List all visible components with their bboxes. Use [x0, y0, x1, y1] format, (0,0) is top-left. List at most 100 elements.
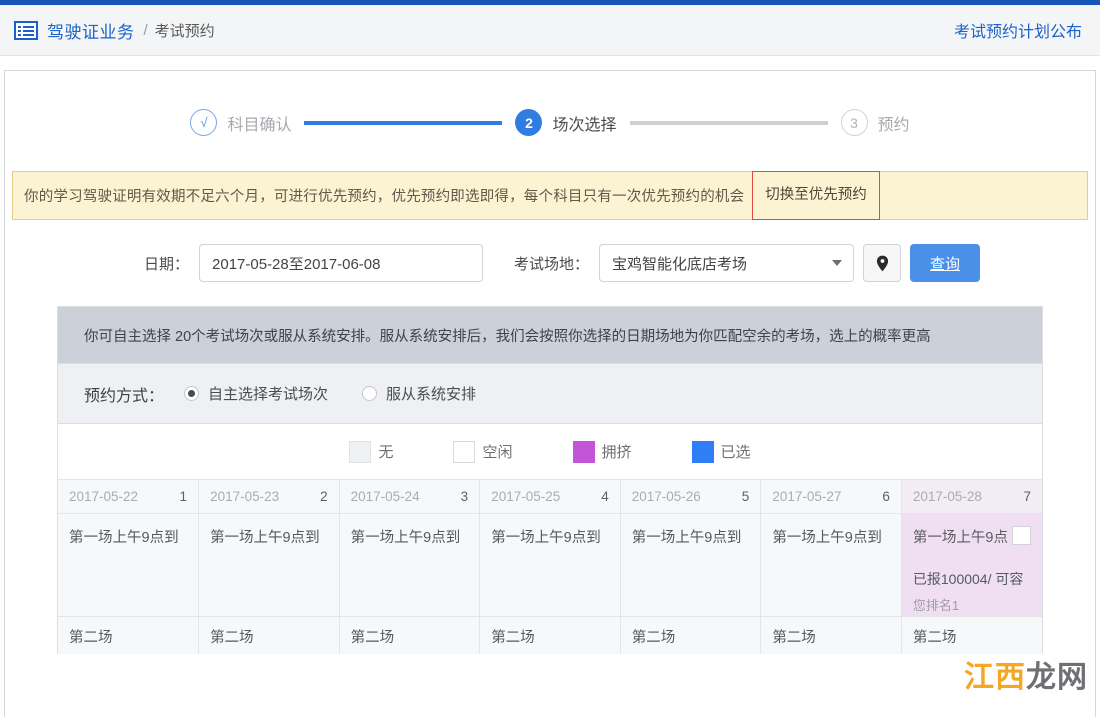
legend-item-chosen: 已选 — [692, 441, 751, 463]
step-appointment: 3 预约 — [841, 109, 910, 136]
session-cell[interactable]: 第一场上午9点到 — [620, 514, 761, 617]
session-cell[interactable]: 第一场上午9点到 — [339, 514, 480, 617]
venue-select-wrapper: 宝鸡智能化底店考场 — [599, 244, 854, 282]
session-cell-title: 第二场 — [913, 630, 957, 646]
session-cell[interactable]: 第一场上午9点到 — [761, 514, 902, 617]
step-3-label: 预约 — [878, 111, 910, 135]
session-panel: 你可自主选择 20个考试场次或服从系统安排。服从系统安排后，我们会按照你选择的日… — [57, 306, 1043, 654]
step-connector-2 — [630, 121, 828, 125]
booking-mode-label: 预约方式： — [84, 382, 164, 406]
session-cell[interactable]: 第二场 — [620, 617, 761, 654]
session-calendar-table: 2017-05-22 1 2017-05-23 2 — [58, 479, 1042, 654]
calendar-col-dow: 3 — [461, 489, 469, 504]
legend-swatch-chosen-icon — [692, 441, 714, 463]
venue-select[interactable]: 宝鸡智能化底店考场 — [599, 244, 854, 282]
legend-label-free: 空闲 — [482, 441, 512, 462]
calendar-col-dow: 6 — [882, 489, 890, 504]
radio-unselected-icon — [362, 386, 377, 401]
legend-item-crowded: 拥挤 — [573, 441, 632, 463]
legend-swatch-none-icon — [349, 441, 371, 463]
session-cell-title: 第二场 — [772, 630, 816, 646]
step-session-select: 2 场次选择 — [515, 109, 616, 136]
step-2-marker: 2 — [515, 109, 542, 136]
session-cell[interactable]: 第一场上午9点到 — [199, 514, 340, 617]
booking-mode-option-self-label: 自主选择考试场次 — [208, 383, 328, 404]
booking-mode-option-auto-label: 服从系统安排 — [386, 383, 476, 404]
calendar-col-header: 2017-05-26 5 — [620, 480, 761, 514]
breadcrumb-current: 考试预约 — [155, 20, 215, 41]
session-cell[interactable]: 第二场 — [901, 617, 1042, 654]
legend-item-none: 无 — [349, 441, 393, 463]
session-cell[interactable]: 第二场 — [761, 617, 902, 654]
step-subject-confirm: √ 科目确认 — [190, 109, 291, 136]
location-pin-icon — [876, 255, 889, 272]
page-root: 驾驶证业务 / 考试预约 考试预约计划公布 √ 科目确认 2 场次选择 3 预约 — [0, 0, 1100, 717]
legend-swatch-crowded-icon — [573, 441, 595, 463]
session-cell[interactable]: 第一场上午9点到 — [58, 514, 199, 617]
radio-selected-icon — [184, 386, 199, 401]
status-legend: 无 空闲 拥挤 已选 — [58, 423, 1042, 479]
list-menu-icon — [14, 21, 38, 40]
calendar-col-dow: 1 — [180, 489, 188, 504]
switch-to-priority-booking-button[interactable]: 切换至优先预约 — [752, 171, 880, 220]
calendar-col-date: 2017-05-23 — [210, 489, 279, 504]
session-cell[interactable]: 第一场上午9点到 — [480, 514, 621, 617]
query-button[interactable]: 查询 — [910, 244, 980, 282]
date-label: 日期： — [144, 253, 189, 274]
session-cell[interactable]: 第二场 — [58, 617, 199, 654]
booking-mode-option-auto[interactable]: 服从系统安排 — [362, 383, 476, 404]
calendar-col-header: 2017-05-24 3 — [339, 480, 480, 514]
calendar-col-dow: 7 — [1023, 489, 1031, 504]
main-card: √ 科目确认 2 场次选择 3 预约 你的学习驾驶证明有效期不足六个月，可进行优… — [4, 70, 1096, 717]
session-cell-title: 第一场上午9点到 — [351, 526, 461, 547]
step-2-label: 场次选择 — [552, 111, 616, 135]
session-cell-rank: 您排名1 — [913, 595, 1031, 614]
session-cell-title: 第二场 — [69, 630, 113, 646]
calendar-col-header: 2017-05-28 7 — [901, 480, 1042, 514]
session-cell-title: 第一场上午9点到 — [632, 526, 742, 547]
exam-plan-announcement-link[interactable]: 考试预约计划公布 — [954, 18, 1082, 42]
session-cell-title: 第一场上午9点到 — [210, 526, 320, 547]
session-cell-title: 第一场上午9点到 — [69, 526, 179, 547]
session-cell-title: 第二场 — [632, 630, 676, 646]
session-cell-capacity: 已报100004/ 可容 — [913, 569, 1031, 589]
calendar-col-date: 2017-05-24 — [351, 489, 420, 504]
query-button-label: 查询 — [930, 256, 960, 273]
calendar-col-header: 2017-05-27 6 — [761, 480, 902, 514]
panel-info-banner: 你可自主选择 20个考试场次或服从系统安排。服从系统安排后，我们会按照你选择的日… — [58, 307, 1042, 363]
priority-booking-alert: 你的学习驾驶证明有效期不足六个月，可进行优先预约，优先预约即选即得，每个科目只有… — [12, 171, 1088, 220]
page-header: 驾驶证业务 / 考试预约 考试预约计划公布 — [0, 5, 1100, 56]
session-cell[interactable]: 第二场 — [480, 617, 621, 654]
step-connector-1 — [304, 121, 502, 125]
calendar-col-header: 2017-05-23 2 — [199, 480, 340, 514]
legend-item-free: 空闲 — [453, 441, 512, 463]
alert-message: 你的学习驾驶证明有效期不足六个月，可进行优先预约，优先预约即选即得，每个科目只有… — [24, 185, 744, 206]
venue-label: 考试场地： — [514, 253, 589, 274]
step-3-marker: 3 — [841, 109, 868, 136]
calendar-col-date: 2017-05-26 — [632, 489, 701, 504]
calendar-row-session-1: 第一场上午9点到 第一场上午9点到 第一场上午9点到 第一场上午9点到 第一场上 — [58, 514, 1042, 617]
calendar-col-date: 2017-05-27 — [772, 489, 841, 504]
filter-bar: 日期： 考试场地： 宝鸡智能化底店考场 查询 — [5, 220, 1095, 282]
calendar-col-date: 2017-05-28 — [913, 489, 982, 504]
step-1-marker: √ — [190, 109, 217, 136]
chevron-down-icon — [832, 260, 842, 266]
venue-select-value: 宝鸡智能化底店考场 — [612, 253, 747, 274]
map-location-button[interactable] — [863, 244, 901, 282]
session-cell-selected[interactable]: 第一场上午9点 已报100004/ 可容 您排名1 — [901, 514, 1042, 617]
calendar-col-header: 2017-05-25 4 — [480, 480, 621, 514]
session-cell[interactable]: 第二场 — [199, 617, 340, 654]
session-cell-title: 第一场上午9点到 — [491, 526, 601, 547]
calendar-col-date: 2017-05-22 — [69, 489, 138, 504]
legend-label-crowded: 拥挤 — [602, 441, 632, 462]
session-cell-title: 第二场 — [351, 630, 395, 646]
session-select-checkbox[interactable] — [1012, 526, 1031, 545]
breadcrumb: 驾驶证业务 / 考试预约 — [14, 18, 215, 43]
legend-swatch-free-icon — [453, 441, 475, 463]
booking-mode-option-self[interactable]: 自主选择考试场次 — [184, 383, 328, 404]
date-range-input[interactable] — [199, 244, 483, 282]
calendar-col-dow: 4 — [601, 489, 609, 504]
step-1-label: 科目确认 — [227, 111, 291, 135]
session-cell[interactable]: 第二场 — [339, 617, 480, 654]
breadcrumb-root[interactable]: 驾驶证业务 — [47, 18, 135, 43]
